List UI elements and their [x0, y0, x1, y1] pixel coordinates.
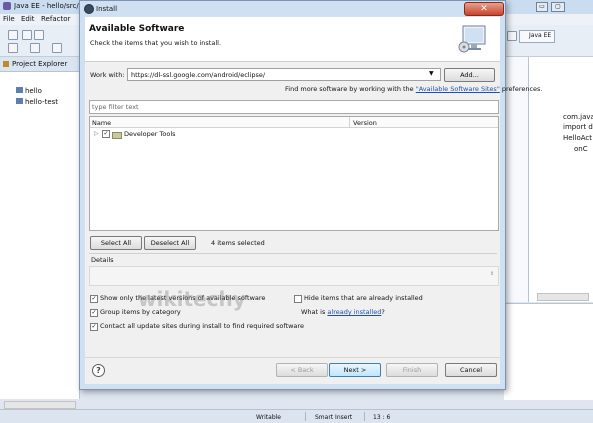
select-all-button[interactable]: Select All: [90, 236, 142, 250]
dialog-heading: Available Software: [89, 24, 185, 34]
minimize-icon[interactable]: ▭: [536, 2, 548, 12]
hide-installed-label: Hide items that are already installed: [304, 294, 423, 302]
perspective-java-ee[interactable]: Java EE: [519, 30, 555, 43]
watermark: wikitechy: [138, 287, 246, 311]
next-button[interactable]: Next >: [329, 363, 381, 377]
status-insert-mode: Smart Insert: [315, 414, 353, 421]
perspective-label: Java EE: [529, 32, 552, 39]
category-icon: [112, 132, 122, 139]
cancel-button[interactable]: Cancel: [445, 363, 497, 377]
details-section: Details ⇕: [89, 253, 499, 286]
dialog-footer: ? < Back Next > Finish Cancel: [85, 357, 500, 384]
project-label: hello: [25, 87, 42, 95]
status-bar: Writable Smart Insert 13 : 6: [0, 409, 593, 423]
run-icon[interactable]: [30, 43, 40, 53]
details-area: ⇕: [89, 266, 499, 286]
selected-count: 4 items selected: [211, 239, 265, 247]
eclipse-icon: [84, 4, 94, 14]
already-installed-suffix: ?: [381, 308, 385, 316]
add-button[interactable]: Add...: [444, 68, 495, 82]
outline-item[interactable]: HelloAct: [563, 134, 592, 142]
close-icon[interactable]: ▢: [551, 2, 565, 12]
menu-refactor[interactable]: Refactor: [41, 15, 70, 23]
outline-panel: com.java import d HelloAct onC: [528, 57, 593, 302]
outline-item[interactable]: import d: [563, 123, 593, 131]
project-explorer-tab[interactable]: Project Explorer: [0, 57, 79, 72]
dialog-close-button[interactable]: ✕: [464, 2, 504, 16]
details-scroll-icon[interactable]: ⇕: [490, 271, 494, 277]
filter-input[interactable]: type filter text: [89, 100, 499, 114]
tree-row[interactable]: ▷ ✓ Developer Tools: [92, 130, 342, 139]
open-perspective-icon[interactable]: [507, 31, 517, 41]
software-tree-table: Name Version ▷ ✓ Developer Tools: [89, 116, 499, 231]
project-folder-icon: [16, 87, 23, 93]
dialog-title-bar: Install ✕: [80, 1, 505, 17]
dialog-subheading: Check the items that you wish to install…: [90, 39, 222, 47]
column-divider[interactable]: [349, 117, 350, 127]
menu-edit[interactable]: Edit: [21, 15, 35, 23]
column-version[interactable]: Version: [353, 119, 377, 127]
debug-icon[interactable]: [8, 43, 18, 53]
project-explorer-panel: hello hello-test: [0, 57, 80, 409]
print-icon[interactable]: [34, 30, 44, 40]
already-installed-text: What is already installed?: [301, 308, 385, 316]
outline-item[interactable]: onC: [574, 145, 588, 153]
eclipse-window-title: Java EE - hello/src/com: [14, 2, 80, 10]
show-latest-checkbox[interactable]: ✓: [90, 295, 98, 303]
table-header: Name Version: [90, 117, 498, 128]
available-software-sites-link[interactable]: "Available Software Sites": [416, 85, 500, 93]
deselect-all-button[interactable]: Deselect All: [144, 236, 196, 250]
developer-tools-checkbox[interactable]: ✓: [102, 130, 110, 138]
find-more-suffix: preferences.: [499, 85, 543, 93]
expand-arrow-icon[interactable]: ▷: [94, 130, 99, 137]
project-explorer-label: Project Explorer: [12, 60, 68, 68]
finish-button[interactable]: Finish: [386, 363, 438, 377]
work-with-label: Work with:: [90, 71, 125, 79]
already-installed-link[interactable]: already installed: [327, 308, 381, 316]
project-label: hello-test: [25, 98, 59, 106]
editor-edge: [504, 57, 528, 302]
details-label: Details: [91, 256, 114, 264]
project-hello-test[interactable]: hello-test: [16, 98, 58, 106]
hide-installed-checkbox[interactable]: [294, 295, 302, 303]
chevron-down-icon[interactable]: ▼: [429, 70, 434, 77]
contact-sites-checkbox[interactable]: ✓: [90, 323, 98, 331]
developer-tools-label: Developer Tools: [124, 130, 176, 138]
status-writable: Writable: [256, 414, 281, 421]
work-with-value: https://dl-ssl.google.com/android/eclips…: [131, 71, 266, 79]
dialog-content: Available Software Check the items that …: [85, 17, 543, 384]
dialog-title: Install: [96, 5, 118, 13]
search-icon[interactable]: [52, 43, 62, 53]
outline-scrollbar[interactable]: [537, 293, 589, 301]
project-hello[interactable]: hello: [16, 87, 42, 95]
help-icon[interactable]: ?: [92, 364, 105, 377]
already-installed-prefix: What is: [301, 308, 328, 316]
back-button[interactable]: < Back: [276, 363, 328, 377]
horizontal-scrollbar[interactable]: [4, 401, 76, 409]
console-panel: [504, 303, 593, 400]
install-dialog: Install ✕ Available Software Check the i…: [79, 0, 543, 390]
find-more-text: Find more software by working with the "…: [285, 85, 543, 93]
project-explorer-icon: [3, 61, 9, 67]
dialog-banner: Available Software Check the items that …: [85, 17, 500, 62]
work-with-combo[interactable]: https://dl-ssl.google.com/android/eclips…: [127, 68, 441, 81]
group-by-category-checkbox[interactable]: ✓: [90, 309, 98, 317]
outline-item[interactable]: com.java: [563, 113, 593, 121]
filter-placeholder: type filter text: [92, 103, 139, 111]
project-folder-icon: [16, 98, 23, 104]
install-software-icon: [458, 25, 486, 53]
status-cursor-position: 13 : 6: [373, 414, 391, 421]
column-name[interactable]: Name: [92, 119, 111, 127]
menu-file[interactable]: File: [3, 15, 15, 23]
eclipse-app-icon: [3, 2, 11, 10]
save-icon[interactable]: [22, 30, 32, 40]
find-more-prefix: Find more software by working with the: [285, 85, 416, 93]
new-icon[interactable]: [8, 30, 18, 40]
contact-sites-label: Contact all update sites during install …: [100, 322, 304, 330]
